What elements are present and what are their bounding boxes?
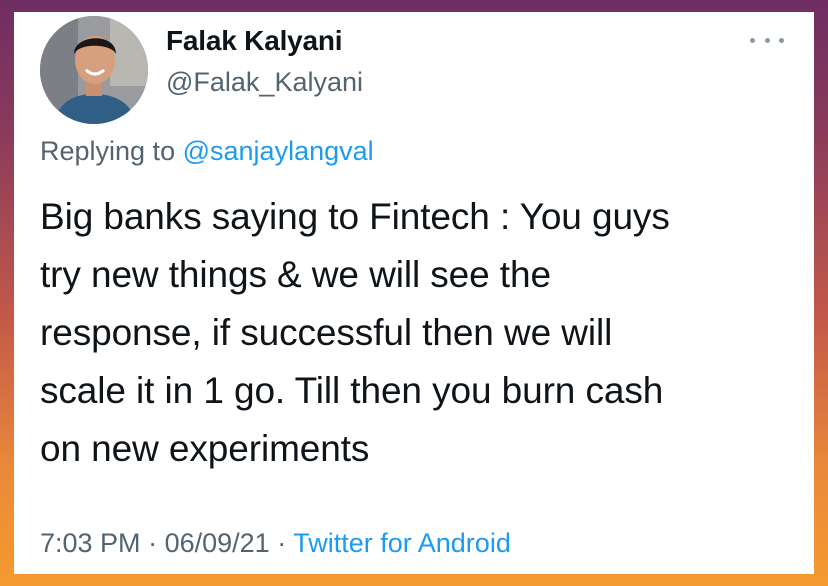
more-dot [764,37,770,43]
meta-separator: · [277,528,287,558]
replying-to: Replying to @sanjaylangval [40,136,374,167]
user-handle[interactable]: @Falak_Kalyani [166,67,363,98]
more-dot [750,37,755,43]
more-dot [779,37,784,43]
tweet-text: Big banks saying to Fintech : You guys t… [40,188,800,478]
meta-separator: · [148,528,158,558]
replying-to-label: Replying to [40,136,176,166]
tweet-meta: 7:03 PM · 06/09/21 · Twitter for Android [40,528,511,559]
tweet-text-line: scale it in 1 go. Till then you burn cas… [40,370,664,411]
replying-to-mention[interactable]: @sanjaylangval [183,136,374,166]
tweet-text-line: try new things & we will see the [40,254,551,295]
display-name[interactable]: Falak Kalyani [166,25,343,57]
tweet-date[interactable]: 06/09/21 [165,528,270,558]
tweet-text-line: on new experiments [40,428,370,469]
tweet-text-line: Big banks saying to Fintech : You guys [40,196,670,237]
tweet-text-line: response, if successful then we will [40,312,613,353]
tweet-time[interactable]: 7:03 PM [40,528,141,558]
tweet-source[interactable]: Twitter for Android [293,528,511,558]
tweet-card: Falak Kalyani @Falak_Kalyani Replying to… [14,12,814,574]
more-horizontal-icon[interactable] [750,30,784,50]
avatar[interactable] [40,16,148,124]
